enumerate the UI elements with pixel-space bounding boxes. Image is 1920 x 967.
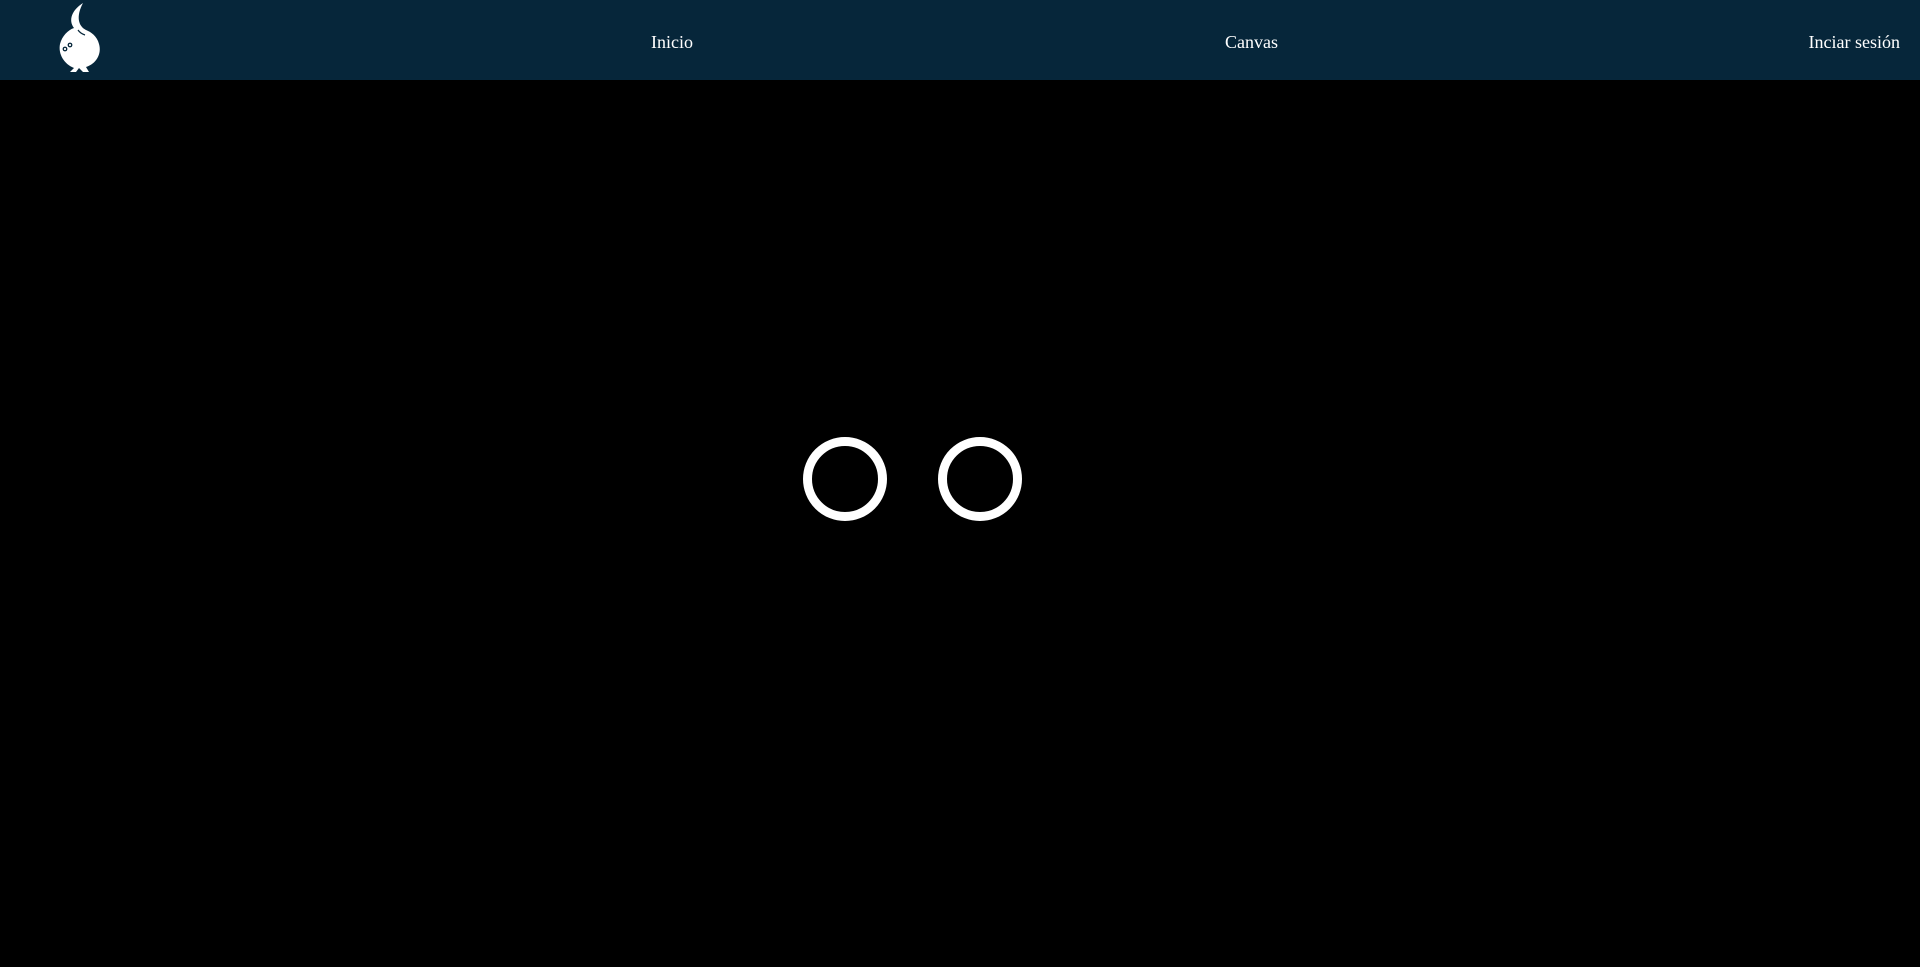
nav-link-inicio[interactable]: Inicio — [651, 30, 693, 54]
loading-ring-right — [938, 437, 1022, 521]
flame-creature-logo-icon — [59, 3, 100, 72]
top-navbar: Inicio Canvas Inciar sesión — [0, 0, 1920, 80]
nav-link-login[interactable]: Inciar sesión — [1809, 30, 1900, 54]
main-content — [0, 80, 1920, 967]
nav-link-canvas[interactable]: Canvas — [1225, 30, 1278, 54]
home-logo-link[interactable] — [56, 2, 102, 72]
loading-ring-left — [803, 437, 887, 521]
